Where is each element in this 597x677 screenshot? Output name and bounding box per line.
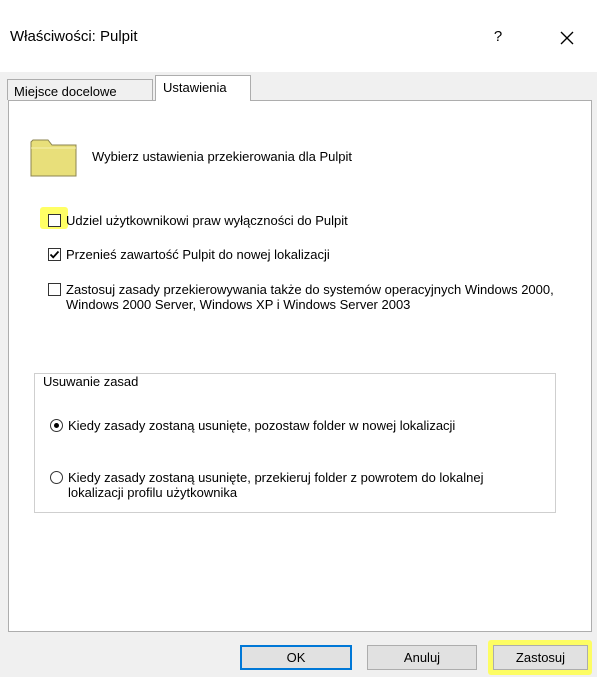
folder-icon — [30, 139, 77, 177]
apply-legacy-label: Zastosuj zasady przekierowywania także d… — [66, 282, 554, 312]
window-title: Właściwości: Pulpit — [10, 28, 138, 45]
checkmark-icon — [49, 250, 60, 259]
exclusive-rights-checkbox[interactable] — [48, 214, 61, 227]
radio-selected-dot — [54, 423, 59, 428]
redirect-back-label: Kiedy zasady zostaną usunięte, przekieru… — [68, 470, 484, 500]
apply-legacy-checkbox[interactable] — [48, 283, 61, 296]
move-contents-checkbox[interactable] — [48, 248, 61, 261]
move-contents-label: Przenieś zawartość Pulpit do nowej lokal… — [66, 247, 330, 262]
tab-miejsce-docelowe[interactable]: Miejsce docelowe — [7, 79, 153, 100]
settings-header: Wybierz ustawienia przekierowania dla Pu… — [92, 149, 353, 164]
policy-removal-legend: Usuwanie zasad — [40, 374, 142, 389]
cancel-button[interactable]: Anuluj — [367, 645, 477, 670]
ok-button[interactable]: OK — [240, 645, 352, 670]
close-icon — [560, 31, 574, 45]
keep-folder-label: Kiedy zasady zostaną usunięte, pozostaw … — [68, 418, 456, 433]
help-button[interactable]: ? — [486, 26, 510, 50]
keep-folder-radio[interactable] — [50, 419, 63, 432]
exclusive-rights-label: Udziel użytkownikowi praw wyłączności do… — [66, 213, 348, 228]
tab-panel-ustawienia — [8, 100, 592, 632]
title-bar: Właściwości: Pulpit ? — [0, 0, 597, 72]
properties-dialog: Właściwości: Pulpit ? Miejsce docelowe U… — [0, 0, 597, 677]
tab-ustawienia[interactable]: Ustawienia — [155, 75, 251, 101]
apply-button[interactable]: Zastosuj — [493, 645, 588, 670]
close-button[interactable] — [554, 25, 580, 51]
redirect-back-radio[interactable] — [50, 471, 63, 484]
